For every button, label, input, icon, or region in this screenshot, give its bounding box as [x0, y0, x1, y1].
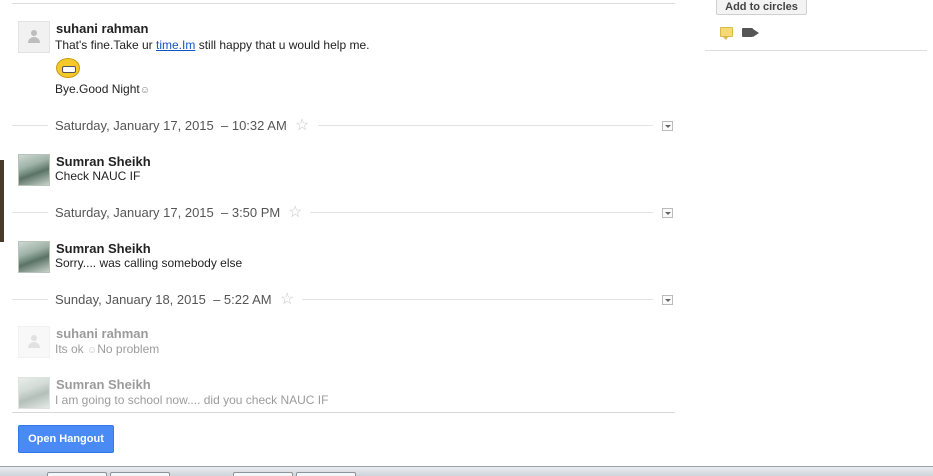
message-thread[interactable]: suhani rahman That's fine.Take ur time.I… [12, 0, 675, 412]
chevron-down-icon[interactable] [662, 208, 673, 218]
timestamp-divider: Saturday, January 17, 2015 – 3:50 PM ☆ [12, 202, 675, 222]
avatar[interactable] [18, 241, 50, 273]
taskbar-button[interactable] [110, 472, 170, 476]
message-text: That's fine.Take ur time.Im still happy … [55, 38, 369, 52]
background-window-edge [0, 160, 4, 242]
message-item: suhani rahman Its ok ☺No problem [18, 326, 658, 360]
open-hangout-button[interactable]: Open Hangout [18, 425, 114, 453]
grin-emoji-icon [56, 58, 80, 78]
message-item: Sumran Sheikh Check NAUC IF [18, 154, 658, 188]
smiley-icon: ☺ [139, 85, 150, 96]
message-item: suhani rahman That's fine.Take ur time.I… [18, 21, 658, 101]
taskbar-button[interactable] [296, 472, 356, 476]
default-person-icon [26, 334, 42, 350]
message-text: Check NAUC IF [55, 169, 141, 183]
chevron-down-icon[interactable] [662, 295, 673, 305]
message-text-part: Bye.Good Night [55, 82, 140, 96]
video-icon[interactable] [742, 28, 753, 37]
taskbar-button[interactable] [47, 472, 107, 476]
avatar[interactable] [18, 21, 50, 53]
sender-name[interactable]: suhani rahman [56, 21, 148, 36]
divider-rule [12, 125, 48, 126]
divider-rule [12, 299, 48, 300]
timestamp-divider: Sunday, January 18, 2015 – 5:22 AM ☆ [12, 289, 675, 309]
panel-divider [705, 50, 927, 51]
chevron-down-icon[interactable] [662, 121, 673, 131]
avatar[interactable] [18, 377, 50, 409]
message-text-part: still happy that u would help me. [195, 38, 370, 52]
message-text: I am going to school now.... did you che… [55, 393, 329, 407]
timestamp-time: – 10:32 AM [221, 118, 287, 133]
divider-rule [318, 125, 653, 126]
star-icon[interactable]: ☆ [295, 115, 309, 135]
divider-rule [12, 212, 48, 213]
message-item: Sumran Sheikh Sorry.... was calling some… [18, 241, 658, 275]
message-text: Sorry.... was calling somebody else [55, 256, 243, 270]
sender-name[interactable]: suhani rahman [56, 326, 148, 341]
timestamp-label: Saturday, January 17, 2015 – 10:32 AM [55, 118, 287, 133]
chat-icon[interactable] [720, 27, 733, 40]
sender-name[interactable]: Sumran Sheikh [56, 377, 151, 392]
message-text-part: That's fine.Take ur [55, 38, 157, 52]
timestamp-time: – 5:22 AM [213, 292, 272, 307]
taskbar-button[interactable] [233, 472, 293, 476]
timestamp-label: Sunday, January 18, 2015 – 5:22 AM [55, 292, 272, 307]
timestamp-divider: Saturday, January 17, 2015 – 10:32 AM ☆ [12, 115, 675, 135]
divider-rule [310, 212, 653, 213]
timestamp-label: Saturday, January 17, 2015 – 3:50 PM [55, 205, 280, 220]
divider-rule [302, 299, 653, 300]
message-link[interactable]: time.Im [156, 38, 195, 52]
message-text: Its ok ☺No problem [55, 342, 159, 356]
avatar[interactable] [18, 154, 50, 186]
taskbar [0, 466, 933, 476]
hangout-conversation-view: suhani rahman That's fine.Take ur time.I… [0, 0, 933, 476]
star-icon[interactable]: ☆ [280, 289, 294, 309]
message-text-part: No problem [97, 342, 160, 356]
sender-name[interactable]: Sumran Sheikh [56, 241, 151, 256]
timestamp-date: Sunday, January 18, 2015 [55, 292, 206, 307]
message-text-part: Its ok [55, 342, 88, 356]
timestamp-date: Saturday, January 17, 2015 [55, 205, 214, 220]
timestamp-time: – 3:50 PM [221, 205, 281, 220]
add-to-circles-button[interactable]: Add to circles [716, 0, 807, 15]
default-person-icon [26, 29, 42, 45]
composer-divider [12, 412, 675, 413]
message-text: Bye.Good Night☺ [55, 82, 150, 96]
star-icon[interactable]: ☆ [288, 202, 302, 222]
timestamp-date: Saturday, January 17, 2015 [55, 118, 214, 133]
avatar[interactable] [18, 326, 50, 358]
smiley-icon: ☺ [87, 345, 98, 356]
message-item: Sumran Sheikh I am going to school now..… [18, 377, 658, 412]
contact-side-panel: Add to circles [705, 0, 927, 60]
sender-name[interactable]: Sumran Sheikh [56, 154, 151, 169]
